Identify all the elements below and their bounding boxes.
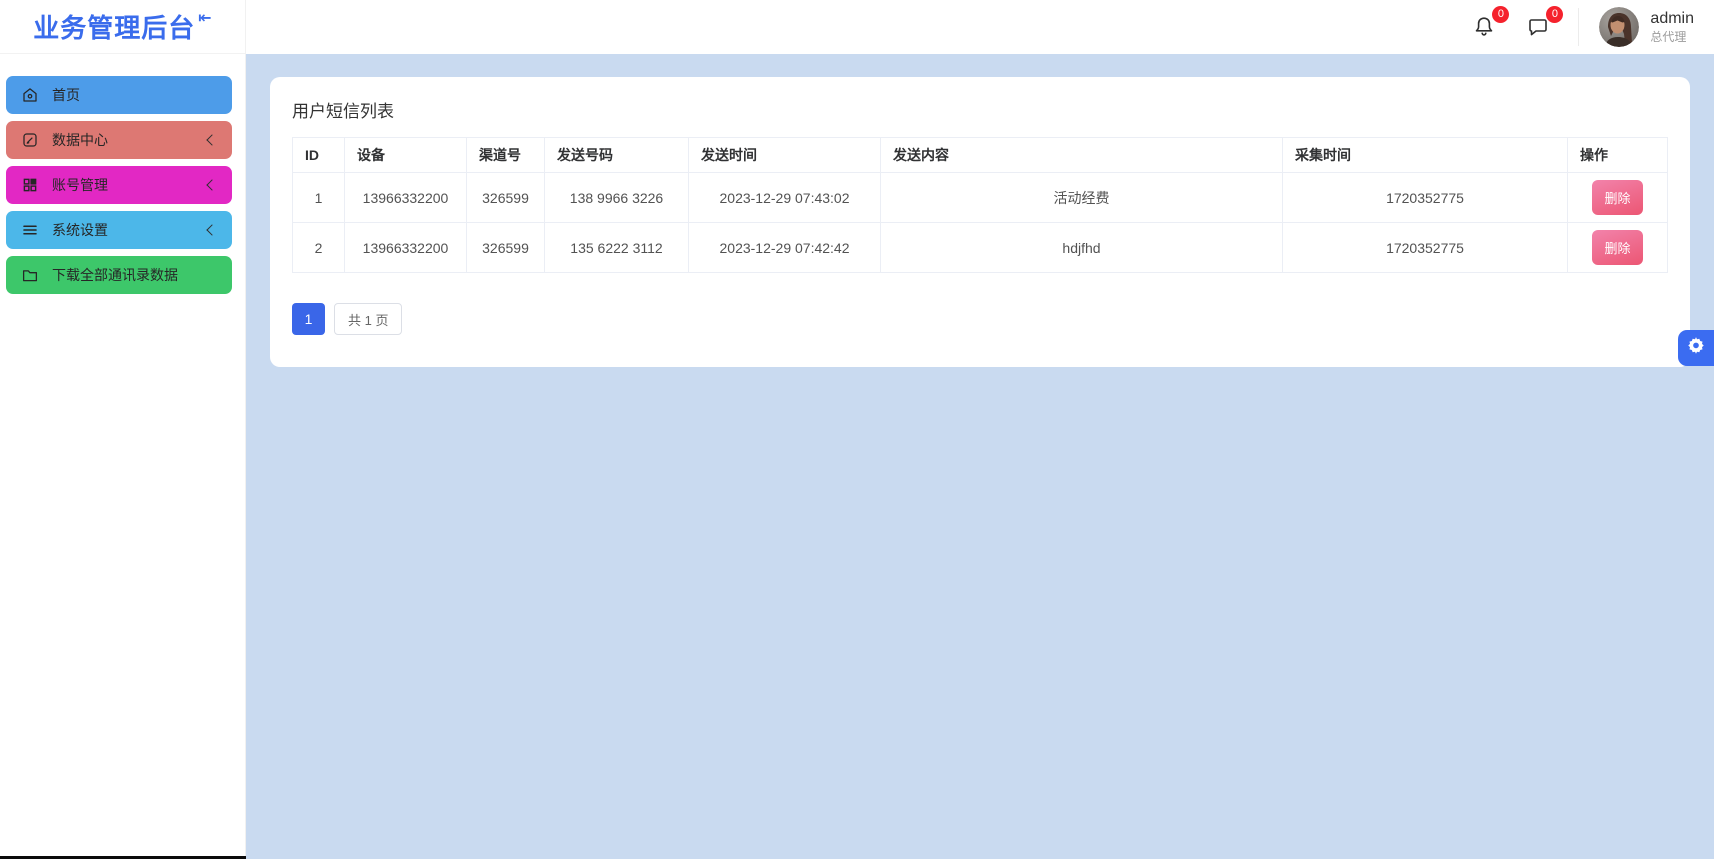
messages-badge: 0 xyxy=(1546,6,1563,23)
chevron-left-icon xyxy=(206,134,217,145)
table-row: 2 13966332200 326599 135 6222 3112 2023-… xyxy=(293,223,1668,273)
table-header-row: ID 设备 渠道号 发送号码 发送时间 发送内容 采集时间 操作 xyxy=(293,138,1668,173)
cell-device: 13966332200 xyxy=(345,223,467,273)
sidebar: 业务管理后台 ⇤ 首页 数据中心 账号管理 xyxy=(0,0,246,859)
user-name: admin xyxy=(1650,9,1694,29)
cell-id: 2 xyxy=(293,223,345,273)
chevron-left-icon xyxy=(206,224,217,235)
folder-icon xyxy=(20,266,40,284)
app-logo: 业务管理后台 ⇤ xyxy=(0,0,245,54)
user-menu[interactable]: admin 总代理 xyxy=(1599,7,1694,47)
delete-button[interactable]: 删除 xyxy=(1592,230,1642,265)
content-card: 用户短信列表 ID 设备 渠道号 发送号码 发送时间 发送内容 xyxy=(270,77,1690,367)
sidebar-item-label: 首页 xyxy=(52,85,80,105)
table-row: 1 13966332200 326599 138 9966 3226 2023-… xyxy=(293,173,1668,223)
cell-send-time: 2023-12-29 07:43:02 xyxy=(689,173,881,223)
cell-id: 1 xyxy=(293,173,345,223)
menu-lines-icon xyxy=(20,221,40,239)
main-content: 用户短信列表 ID 设备 渠道号 发送号码 发送时间 发送内容 xyxy=(246,54,1714,859)
cell-actions: 删除 xyxy=(1568,223,1668,273)
grid-icon xyxy=(20,176,40,194)
cell-channel: 326599 xyxy=(467,223,545,273)
cell-channel: 326599 xyxy=(467,173,545,223)
col-collect-time: 采集时间 xyxy=(1283,138,1568,173)
messages-button[interactable]: 0 xyxy=(1524,13,1552,41)
topbar: 0 0 xyxy=(246,0,1714,54)
main-column: 0 0 xyxy=(246,0,1714,859)
sidebar-menu: 首页 数据中心 账号管理 系统设置 xyxy=(0,54,245,294)
settings-fab[interactable] xyxy=(1678,330,1714,366)
sidebar-item-label: 数据中心 xyxy=(52,130,108,150)
cell-collect-time: 1720352775 xyxy=(1283,223,1568,273)
sidebar-item-account-management[interactable]: 账号管理 xyxy=(6,166,232,204)
avatar xyxy=(1599,7,1639,47)
col-id: ID xyxy=(293,138,345,173)
sms-table: ID 设备 渠道号 发送号码 发送时间 发送内容 采集时间 操作 1 xyxy=(292,137,1668,273)
sidebar-item-home[interactable]: 首页 xyxy=(6,76,232,114)
page-title: 用户短信列表 xyxy=(292,97,1668,122)
sidebar-collapse-icon[interactable]: ⇤ xyxy=(198,8,211,28)
col-device: 设备 xyxy=(345,138,467,173)
col-actions: 操作 xyxy=(1568,138,1668,173)
cell-send-time: 2023-12-29 07:42:42 xyxy=(689,223,881,273)
edit-icon xyxy=(20,131,40,149)
sidebar-item-label: 系统设置 xyxy=(52,220,108,240)
notification-badge: 0 xyxy=(1492,6,1509,23)
sidebar-item-data-center[interactable]: 数据中心 xyxy=(6,121,232,159)
home-icon xyxy=(20,86,40,104)
sidebar-item-system-settings[interactable]: 系统设置 xyxy=(6,211,232,249)
gear-icon xyxy=(1686,335,1706,361)
chevron-left-icon xyxy=(206,179,217,190)
cell-content: hdjfhd xyxy=(881,223,1283,273)
col-channel: 渠道号 xyxy=(467,138,545,173)
col-send-time: 发送时间 xyxy=(689,138,881,173)
sidebar-item-label: 账号管理 xyxy=(52,175,108,195)
pagination: 1 共 1 页 xyxy=(292,303,1668,335)
cell-device: 13966332200 xyxy=(345,173,467,223)
col-content: 发送内容 xyxy=(881,138,1283,173)
notification-bell-button[interactable]: 0 xyxy=(1470,13,1498,41)
sidebar-item-download-contacts[interactable]: 下载全部通讯录数据 xyxy=(6,256,232,294)
app-title: 业务管理后台 xyxy=(33,8,195,45)
sidebar-item-label: 下载全部通讯录数据 xyxy=(52,265,178,285)
col-send-number: 发送号码 xyxy=(545,138,689,173)
user-role: 总代理 xyxy=(1650,29,1694,45)
cell-content: 活动经费 xyxy=(881,173,1283,223)
delete-button[interactable]: 删除 xyxy=(1592,180,1642,215)
page-total-label: 共 1 页 xyxy=(334,303,402,335)
cell-actions: 删除 xyxy=(1568,173,1668,223)
page-1-button[interactable]: 1 xyxy=(292,303,325,335)
app-root: 业务管理后台 ⇤ 首页 数据中心 账号管理 xyxy=(0,0,1714,859)
cell-collect-time: 1720352775 xyxy=(1283,173,1568,223)
cell-send-number: 135 6222 3112 xyxy=(545,223,689,273)
cell-send-number: 138 9966 3226 xyxy=(545,173,689,223)
topbar-divider xyxy=(1578,8,1579,46)
